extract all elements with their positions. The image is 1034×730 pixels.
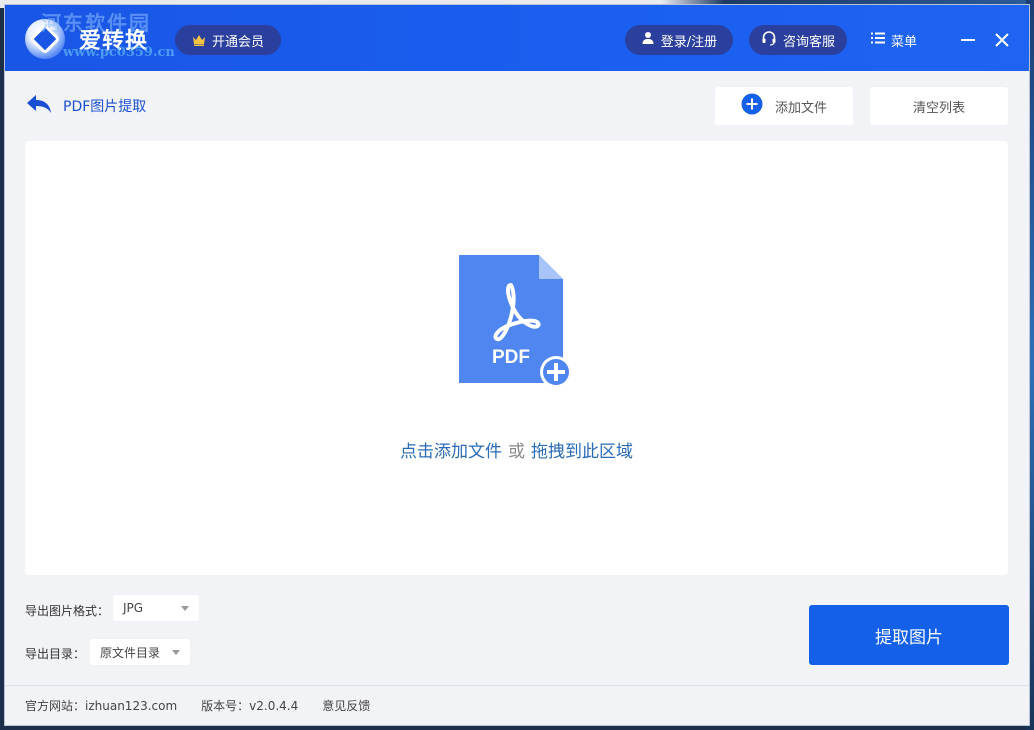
format-select-value: JPG [123,601,144,615]
crown-icon [192,34,206,46]
vip-button[interactable]: 开通会员 [175,25,281,55]
extract-images-button[interactable]: 提取图片 [809,605,1009,665]
file-drop-zone[interactable]: PDF 点击添加文件或拖拽到此区域 [25,141,1008,575]
customer-service-button[interactable]: 咨询客服 [749,25,847,55]
feedback-link[interactable]: 意见反馈 [322,697,370,714]
chevron-down-icon [172,649,180,655]
title-bar[interactable]: 河东软件园 爱转换 www.pc0359.cn 开通会员 登录/注册 咨询客服 [5,5,1029,71]
user-icon [641,31,655,49]
headset-icon [761,30,777,50]
version-text: 版本号：v2.0.4.4 [201,699,299,713]
export-dir-label: 导出目录： [25,647,86,661]
back-arrow-icon [25,93,53,119]
back-button[interactable]: PDF图片提取 [25,93,146,119]
list-menu-icon [871,32,885,48]
chevron-down-icon [181,605,189,611]
drop-instruction: 点击添加文件或拖拽到此区域 [25,437,1008,462]
login-button[interactable]: 登录/注册 [625,25,733,55]
click-to-add-link[interactable]: 点击添加文件 [400,442,502,462]
clear-list-button[interactable]: 清空列表 [870,87,1008,125]
minimize-icon[interactable] [957,29,979,51]
menu-button[interactable]: 菜单 [871,25,929,55]
pdf-file-add-icon: PDF [457,255,575,391]
format-label: 导出图片格式： [25,604,110,618]
website-link[interactable]: 官方网站：izhuan123.com [25,697,177,714]
export-dir-select-value: 原文件目录 [100,645,161,660]
watermark-url: www.pc0359.cn [63,45,175,60]
pdf-icon-text: PDF [492,347,530,368]
export-dir-select[interactable]: 原文件目录 [90,639,190,665]
app-window: 河东软件园 爱转换 www.pc0359.cn 开通会员 登录/注册 咨询客服 [4,4,1030,726]
drag-here-text: 拖拽到此区域 [531,442,633,462]
clear-list-label: 清空列表 [912,100,965,116]
close-icon[interactable] [991,29,1013,51]
vip-button-label: 开通会员 [211,34,264,50]
login-button-label: 登录/注册 [660,34,718,50]
add-file-label: 添加文件 [774,100,827,116]
menu-label: 菜单 [891,34,918,50]
footer: 官方网站：izhuan123.com 版本号：v2.0.4.4 意见反馈 [5,685,1029,725]
add-file-button[interactable]: 添加文件 [715,87,853,125]
customer-service-label: 咨询客服 [782,34,835,50]
plus-circle-icon [741,93,763,119]
format-select[interactable]: JPG [113,595,199,621]
page-title: PDF图片提取 [63,99,147,115]
or-text: 或 [508,442,525,462]
